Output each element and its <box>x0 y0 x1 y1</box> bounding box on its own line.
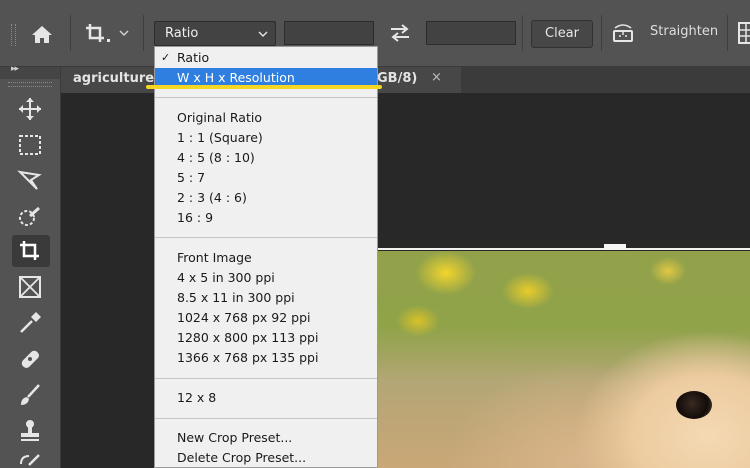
crop-tool[interactable] <box>12 235 50 267</box>
eyedropper-icon <box>20 312 41 333</box>
menu-item-8-5x11-300ppi[interactable]: 8.5 x 11 in 300 ppi <box>155 288 377 308</box>
ratio-select[interactable]: Ratio <box>154 21 276 46</box>
separator <box>70 15 71 51</box>
crop-height-field[interactable] <box>426 21 516 45</box>
crop-width-field[interactable] <box>284 21 374 45</box>
menu-item-4x5-300ppi[interactable]: 4 x 5 in 300 ppi <box>155 268 377 288</box>
close-icon[interactable]: × <box>431 70 442 85</box>
menu-item-front-image[interactable]: Front Image <box>155 248 377 268</box>
ratio-dropdown-menu: ✓ Ratio W x H x Resolution Original Rati… <box>154 46 378 468</box>
history-brush-icon <box>20 454 40 466</box>
separator <box>601 15 602 51</box>
frame-tool[interactable] <box>12 271 50 303</box>
history-brush-tool[interactable] <box>12 449 50 468</box>
tools-panel: ▸▸ <box>0 64 61 468</box>
menu-separator <box>155 378 377 379</box>
menu-separator <box>155 237 377 238</box>
brush-icon <box>21 384 40 405</box>
menu-item-5-7[interactable]: 5 : 7 <box>155 168 377 188</box>
menu-item-2-3[interactable]: 2 : 3 (4 : 6) <box>155 188 377 208</box>
separator <box>522 15 523 51</box>
clone-stamp-tool[interactable] <box>12 415 50 447</box>
annotation-underline <box>146 85 382 89</box>
quick-selection-icon <box>19 206 40 226</box>
rectangular-marquee-icon <box>19 135 41 155</box>
overlay-options-icon[interactable] <box>736 20 750 46</box>
move-icon <box>19 98 41 120</box>
lasso-icon <box>17 170 42 190</box>
crop-tool-preset-button[interactable] <box>82 18 136 48</box>
menu-item-16-9[interactable]: 16 : 9 <box>155 208 377 228</box>
ratio-select-value: Ratio <box>165 26 199 41</box>
menu-item-12x8[interactable]: 12 x 8 <box>155 388 377 408</box>
crop-icon <box>20 241 39 260</box>
clear-button[interactable]: Clear <box>531 20 593 48</box>
marquee-tool[interactable] <box>12 129 50 161</box>
document-tab-mode: GB/8) <box>377 71 418 86</box>
quick-selection-tool[interactable] <box>12 201 50 233</box>
move-tool[interactable] <box>12 93 50 125</box>
frame-icon <box>19 276 41 298</box>
menu-item-1-1[interactable]: 1 : 1 (Square) <box>155 128 377 148</box>
separator <box>727 15 728 51</box>
menu-separator <box>155 97 377 98</box>
bandage-icon <box>21 350 39 368</box>
stamp-icon <box>21 420 39 441</box>
swap-dimensions-button[interactable] <box>388 22 412 44</box>
straighten-icon[interactable] <box>610 20 636 46</box>
home-button[interactable] <box>28 20 56 48</box>
straighten-label[interactable]: Straighten <box>650 24 718 39</box>
collapse-panel-icon[interactable]: ▸▸ <box>11 64 19 74</box>
crop-handle-top[interactable] <box>604 244 626 250</box>
checkmark-icon: ✓ <box>161 51 171 64</box>
brush-tool[interactable] <box>12 379 50 411</box>
menu-separator <box>155 418 377 419</box>
healing-brush-tool[interactable] <box>12 343 50 375</box>
menu-item-1366x768[interactable]: 1366 x 768 px 135 ppi <box>155 348 377 368</box>
menu-item-original-ratio[interactable]: Original Ratio <box>155 108 377 128</box>
tools-panel-header: ▸▸ <box>0 64 60 79</box>
menu-item-1280x800[interactable]: 1280 x 800 px 113 ppi <box>155 328 377 348</box>
menu-item-delete-crop-preset[interactable]: Delete Crop Preset... <box>155 448 377 468</box>
chevron-down-icon <box>258 31 268 38</box>
separator <box>143 15 144 51</box>
menu-item-4-5[interactable]: 4 : 5 (8 : 10) <box>155 148 377 168</box>
menu-item-new-crop-preset[interactable]: New Crop Preset... <box>155 428 377 448</box>
home-icon <box>32 26 52 43</box>
swap-arrows-icon <box>391 24 409 42</box>
photo-canvas-chick[interactable] <box>378 251 750 468</box>
document-tab-name: agriculture- <box>73 71 160 86</box>
eyedropper-tool[interactable] <box>12 307 50 339</box>
lasso-tool[interactable] <box>12 165 50 197</box>
tools-panel-grip[interactable] <box>8 82 52 87</box>
options-bar-grip[interactable] <box>11 24 16 46</box>
crop-icon <box>86 24 129 42</box>
crop-box-top-edge[interactable] <box>376 248 750 250</box>
chick-eye <box>676 391 712 419</box>
menu-item-ratio[interactable]: ✓ Ratio <box>155 48 377 68</box>
menu-item-1024x768[interactable]: 1024 x 768 px 92 ppi <box>155 308 377 328</box>
